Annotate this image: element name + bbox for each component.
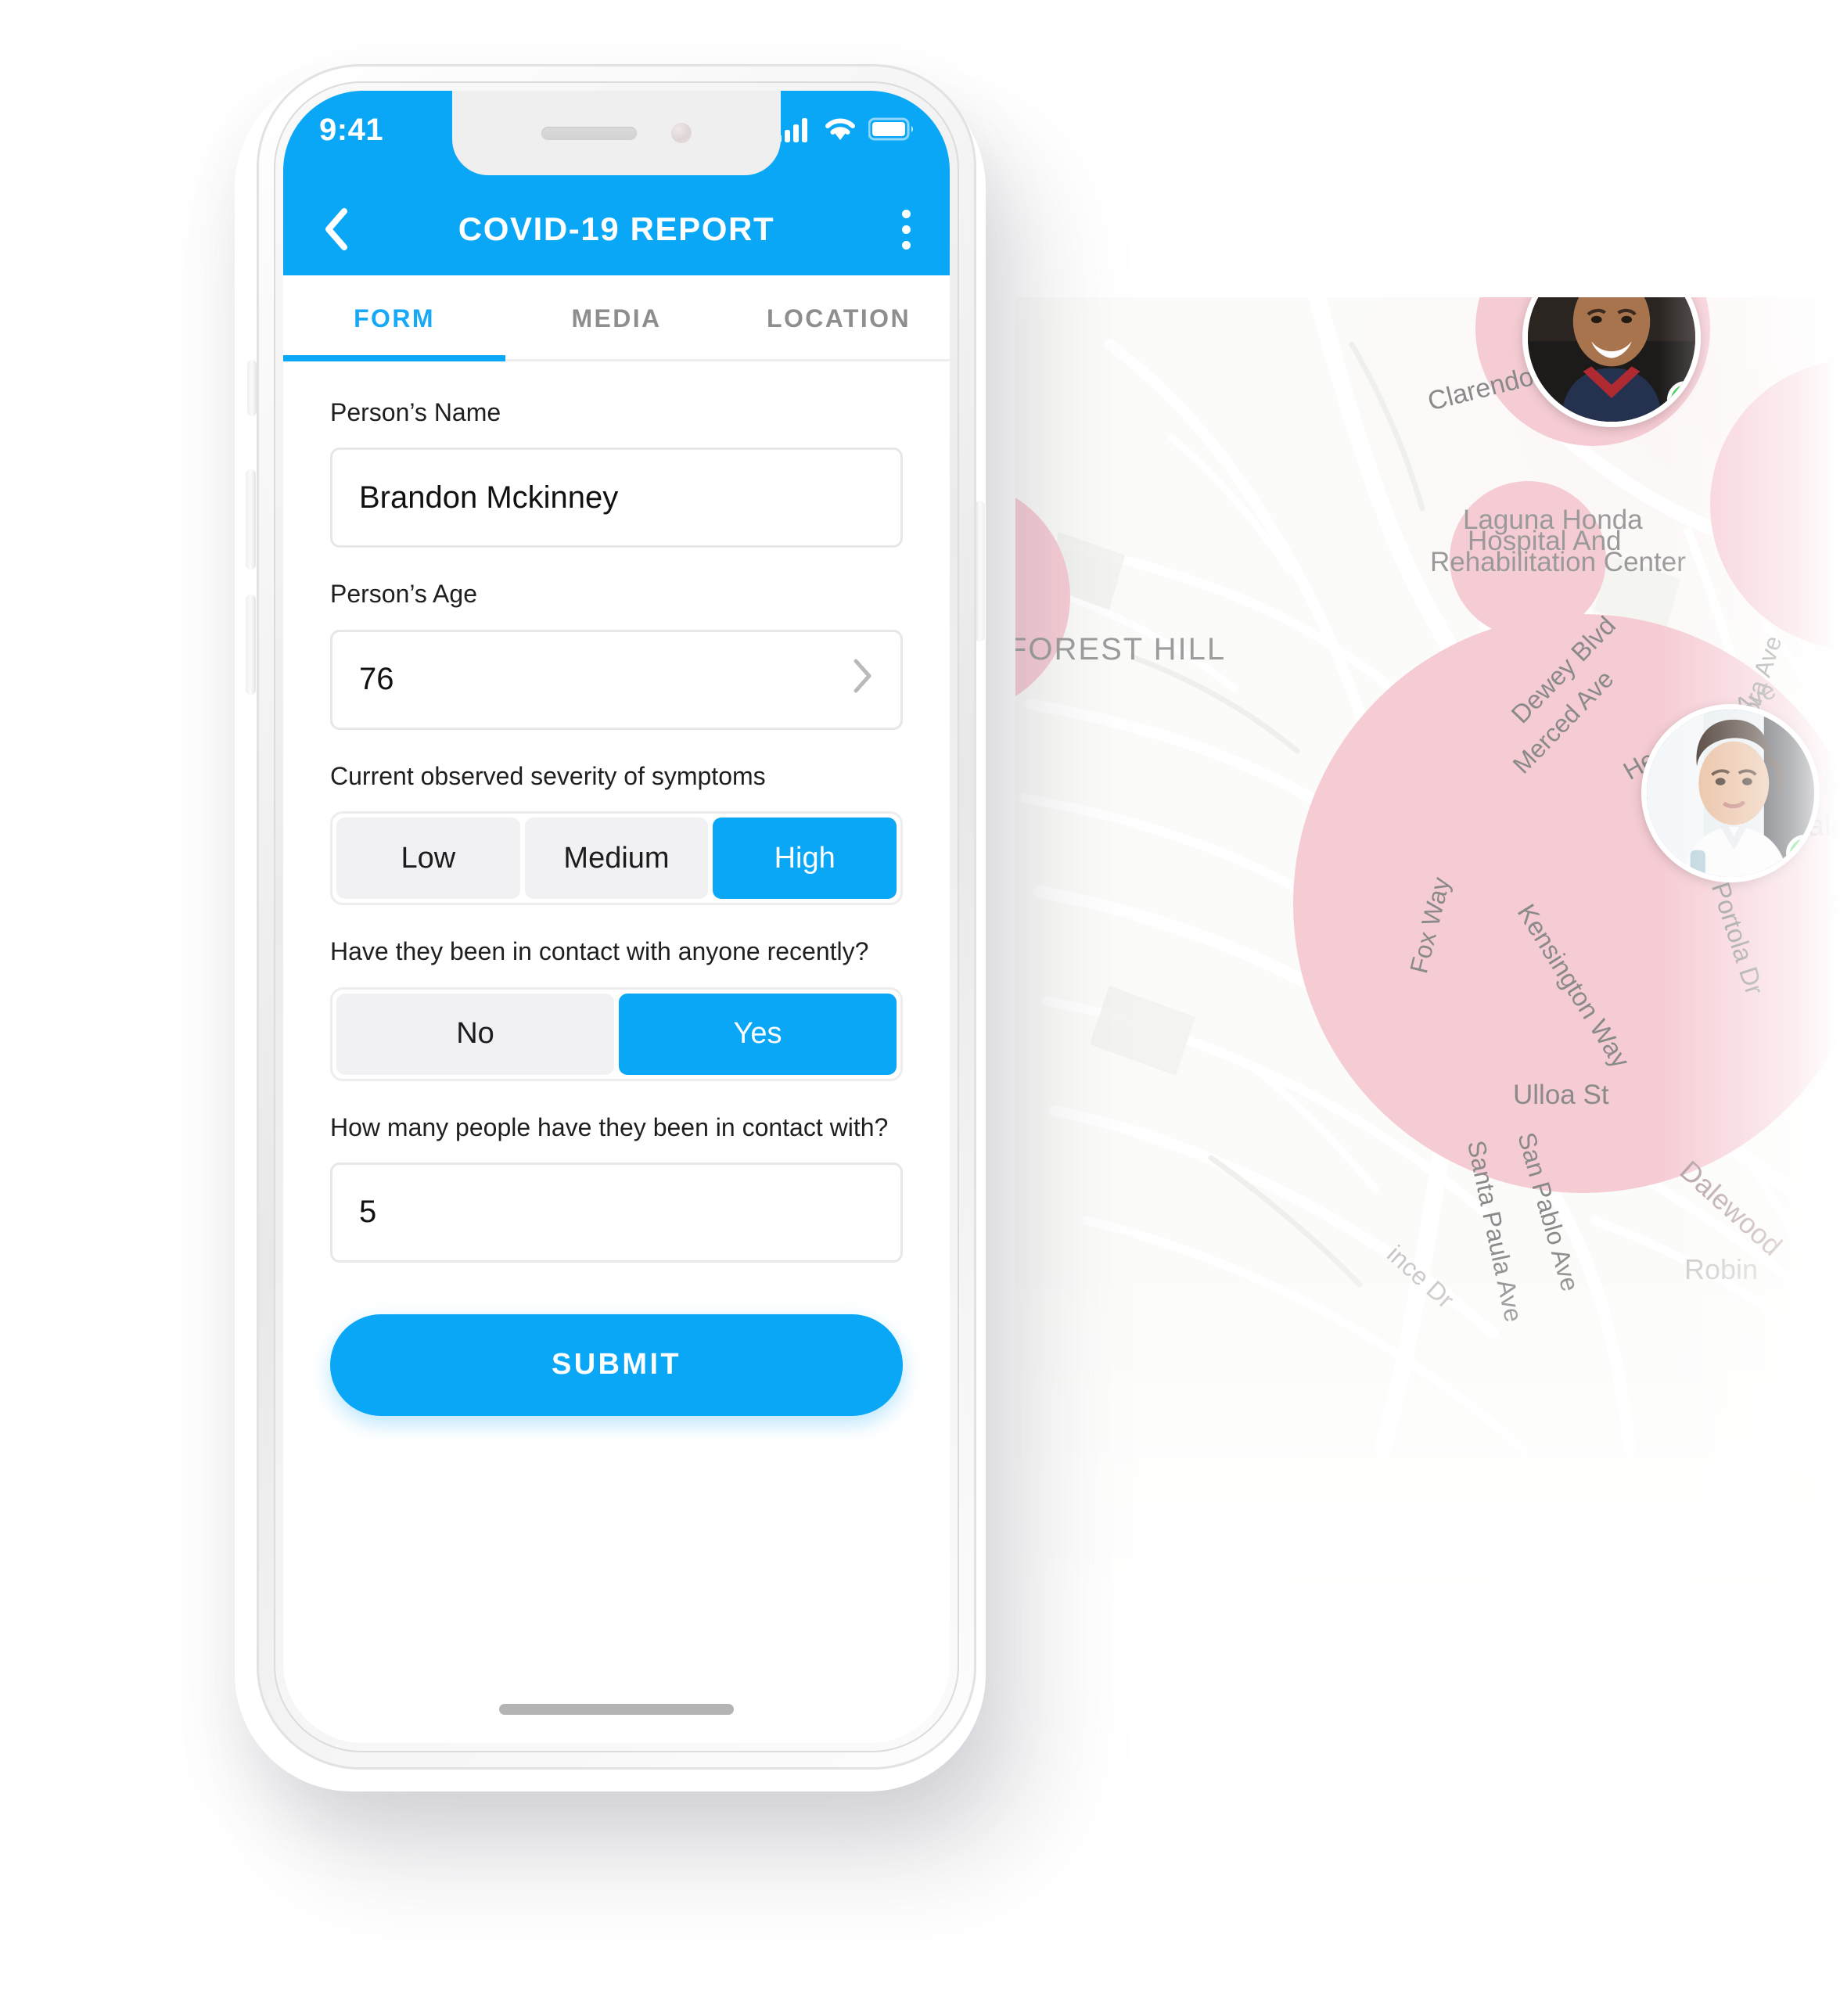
severity-label: Current observed severity of symptoms	[330, 761, 766, 790]
person-age-label: Person’s Age	[330, 580, 477, 609]
report-form: Person’s Name Brandon Mckinney Person’s …	[283, 361, 950, 1416]
map-street-label: Ulloa St	[1513, 1080, 1609, 1110]
app-bar: COVID-19 REPORT	[283, 183, 950, 275]
severity-segmented-control: Low Medium High	[330, 811, 903, 906]
active-tab-indicator	[283, 355, 505, 361]
status-bar: 9:41	[283, 91, 950, 183]
submit-button[interactable]: SUBMIT	[330, 1313, 903, 1416]
severity-option-medium[interactable]: Medium	[524, 818, 709, 900]
tab-location-label: LOCATION	[767, 304, 911, 332]
home-indicator[interactable]	[499, 1704, 734, 1715]
battery-icon	[868, 117, 913, 141]
screenshot-root: Clarendon Ave Laguna Honda Hospital And Reh…	[0, 0, 1840, 2016]
person-name-input[interactable]: Brandon Mckinney	[330, 447, 903, 548]
front-camera-icon	[671, 123, 692, 143]
tab-form[interactable]: FORM	[283, 275, 505, 361]
tab-form-label: FORM	[354, 304, 435, 332]
female-contact-avatar[interactable]	[1641, 704, 1820, 882]
chevron-left-icon	[325, 208, 347, 250]
person-name-value: Brandon Mckinney	[359, 480, 619, 515]
contact-label: Have they been in contact with anyone re…	[330, 937, 869, 966]
chevron-right-icon	[852, 658, 874, 702]
field-contact-count: How many people have they been in contac…	[330, 1112, 903, 1263]
tab-location[interactable]: LOCATION	[728, 275, 950, 361]
status-bar-time: 9:41	[319, 113, 384, 147]
field-contact: Have they been in contact with anyone re…	[330, 936, 903, 1081]
tab-media[interactable]: MEDIA	[505, 275, 728, 361]
map-street-label: Rehabilitation Center	[1430, 547, 1686, 577]
status-bar-icons	[776, 116, 915, 142]
silent-switch-button[interactable]	[247, 360, 257, 416]
map-street-label: Mollie St	[1823, 765, 1840, 797]
volume-down-button[interactable]	[246, 595, 256, 695]
severity-option-low[interactable]: Low	[336, 818, 520, 900]
phone-device-frame: 9:41 COVID-19 REPORT FORM MEDIA LOCATION…	[257, 64, 976, 1770]
field-person-name: Person’s Name Brandon Mckinney	[330, 397, 903, 548]
contact-option-no[interactable]: No	[336, 993, 614, 1075]
kebab-dot	[902, 225, 911, 234]
overflow-menu-button[interactable]	[894, 202, 918, 257]
phone-screen: 9:41 COVID-19 REPORT FORM MEDIA LOCATION…	[283, 91, 950, 1743]
submit-button-label: SUBMIT	[551, 1348, 682, 1382]
phone-bezel: 9:41 COVID-19 REPORT FORM MEDIA LOCATION…	[274, 81, 959, 1752]
tab-bar: FORM MEDIA LOCATION	[283, 275, 950, 361]
contact-count-input[interactable]: 5	[330, 1162, 903, 1263]
cellular-signal-icon	[776, 118, 807, 142]
page-title: COVID-19 REPORT	[458, 210, 775, 247]
tab-media-label: MEDIA	[571, 304, 662, 332]
contact-count-label: How many people have they been in contac…	[330, 1112, 889, 1141]
field-person-age: Person’s Age 76	[330, 579, 903, 730]
volume-up-button[interactable]	[246, 469, 256, 570]
severity-option-high[interactable]: High	[713, 818, 897, 900]
earpiece-speaker-icon	[541, 126, 637, 140]
map-panel[interactable]: Clarendon Ave Laguna Honda Hospital And Reh…	[1015, 297, 1840, 1612]
contact-option-yes[interactable]: Yes	[619, 993, 897, 1075]
contact-count-value: 5	[359, 1195, 377, 1230]
person-age-input[interactable]: 76	[330, 629, 903, 730]
person-age-value: 76	[359, 662, 394, 697]
map-street-label: FOREST HILL	[1015, 632, 1227, 667]
map-street-label: Robin	[1684, 1253, 1759, 1285]
device-notch	[452, 91, 781, 175]
field-severity: Current observed severity of symptoms Lo…	[330, 761, 903, 906]
kebab-dot	[902, 209, 911, 218]
back-button[interactable]	[314, 208, 357, 250]
kebab-dot	[902, 240, 911, 250]
person-name-label: Person’s Name	[330, 398, 501, 426]
contact-segmented-control: No Yes	[330, 986, 903, 1081]
wifi-icon	[825, 118, 855, 140]
map-street-label: Ag	[1825, 892, 1840, 924]
